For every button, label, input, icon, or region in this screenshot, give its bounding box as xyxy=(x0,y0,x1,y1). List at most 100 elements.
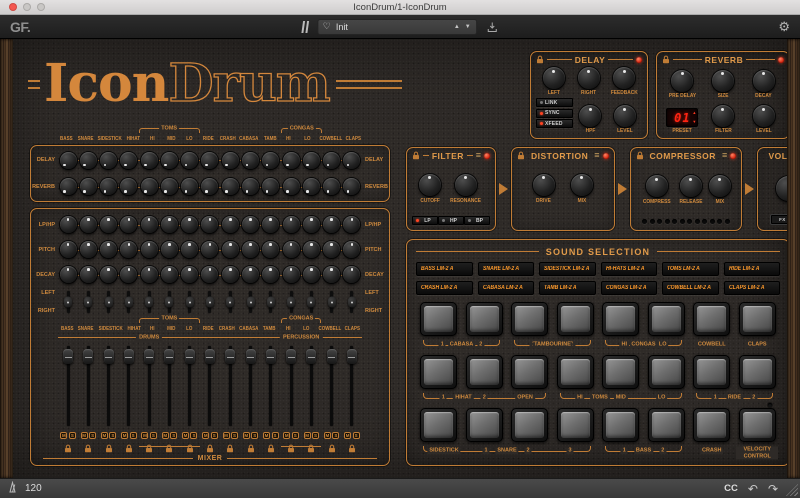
pan-slider[interactable] xyxy=(165,291,174,313)
channel-lock-icon[interactable] xyxy=(267,440,275,458)
drum-pad[interactable] xyxy=(738,408,776,442)
fader-handle[interactable] xyxy=(245,349,256,364)
preset-name[interactable]: Init xyxy=(336,22,449,32)
decay-knob[interactable] xyxy=(302,266,320,283)
filter-mode-lp[interactable]: LP xyxy=(412,216,438,225)
delay-hpf-knob[interactable] xyxy=(579,105,602,127)
pan-slider[interactable] xyxy=(307,291,316,313)
filter-menu-icon[interactable]: ≡ xyxy=(476,151,481,160)
reverb-power-led[interactable] xyxy=(778,56,784,63)
lp-hp-knob[interactable] xyxy=(100,216,118,233)
pan-handle[interactable] xyxy=(287,296,296,308)
delay-send-knob[interactable] xyxy=(343,151,361,169)
minimize-button[interactable] xyxy=(23,3,31,11)
compressor-release-knob[interactable] xyxy=(679,175,702,197)
reverb-filter-knob[interactable] xyxy=(711,105,734,127)
solo-button[interactable]: S xyxy=(231,431,238,439)
lp-hp-knob[interactable] xyxy=(323,216,341,233)
fader-handle[interactable] xyxy=(204,349,215,364)
pan-slider[interactable] xyxy=(84,291,93,313)
delay-send-knob[interactable] xyxy=(59,151,77,169)
pitch-knob[interactable] xyxy=(302,241,320,258)
pan-handle[interactable] xyxy=(64,296,73,308)
channel-lock-icon[interactable] xyxy=(328,440,336,458)
reverb-decay-knob[interactable] xyxy=(752,69,775,92)
reverb-send-knob[interactable] xyxy=(221,178,239,196)
sound-slot-hi-hats-lm-2-a[interactable]: HI-HATS LM-2 A xyxy=(600,262,657,276)
pan-handle[interactable] xyxy=(104,296,113,308)
fader-handle[interactable] xyxy=(144,349,155,364)
solo-button[interactable]: S xyxy=(210,431,218,439)
delay-right-knob[interactable] xyxy=(577,67,600,89)
fader-handle[interactable] xyxy=(286,349,297,364)
channel-lock-icon[interactable] xyxy=(226,440,234,458)
drum-pad[interactable] xyxy=(465,302,503,336)
mute-button[interactable]: M xyxy=(202,431,210,439)
lp-hp-knob[interactable] xyxy=(282,216,300,233)
lp-hp-knob[interactable] xyxy=(140,216,158,233)
reverb-send-knob[interactable] xyxy=(201,178,219,196)
mute-button[interactable]: M xyxy=(323,431,331,439)
lp-hp-knob[interactable] xyxy=(262,216,280,233)
mute-button[interactable]: M xyxy=(100,431,108,439)
pan-handle[interactable] xyxy=(327,296,336,308)
compressor-power-led[interactable] xyxy=(730,152,737,159)
pitch-knob[interactable] xyxy=(262,241,280,258)
volume-fader[interactable] xyxy=(103,346,114,426)
pan-handle[interactable] xyxy=(205,296,214,308)
drum-pad[interactable] xyxy=(420,302,458,336)
solo-button[interactable]: S xyxy=(352,431,360,439)
channel-lock-icon[interactable] xyxy=(165,440,173,458)
volume-fader[interactable] xyxy=(184,346,195,426)
decay-knob[interactable] xyxy=(59,266,77,283)
sound-slot-congas-lm-2-a[interactable]: CONGAS LM-2 A xyxy=(600,281,657,295)
pan-slider[interactable] xyxy=(287,291,296,313)
drum-pad[interactable] xyxy=(556,302,594,336)
drum-pad[interactable] xyxy=(693,355,731,389)
reverb-send-knob[interactable] xyxy=(59,178,77,196)
channel-lock-icon[interactable] xyxy=(287,440,295,458)
mute-button[interactable]: M xyxy=(283,431,291,439)
mute-button[interactable]: M xyxy=(121,431,129,439)
pitch-knob[interactable] xyxy=(201,241,219,258)
reverb-send-knob[interactable] xyxy=(323,178,341,196)
mute-button[interactable]: M xyxy=(344,431,352,439)
drum-pad[interactable] xyxy=(511,302,549,336)
delay-send-knob[interactable] xyxy=(302,151,320,169)
solo-button[interactable]: S xyxy=(251,431,259,439)
decay-knob[interactable] xyxy=(343,266,361,283)
volume-fader[interactable] xyxy=(204,346,215,426)
solo-button[interactable]: S xyxy=(291,431,299,439)
delay-level-knob[interactable] xyxy=(613,105,636,127)
pan-handle[interactable] xyxy=(185,296,194,308)
mute-button[interactable]: M xyxy=(263,431,271,439)
fader-handle[interactable] xyxy=(63,349,74,364)
drum-pad[interactable] xyxy=(602,408,640,442)
delay-power-led[interactable] xyxy=(636,56,642,63)
drum-pad[interactable] xyxy=(738,355,776,389)
sound-slot-cabasa-lm-2-a[interactable]: CABASA LM-2 A xyxy=(477,281,534,295)
drum-pad[interactable] xyxy=(420,408,458,442)
decay-knob[interactable] xyxy=(120,266,138,283)
volume-fader[interactable] xyxy=(326,346,337,426)
drum-pad[interactable] xyxy=(738,302,776,336)
reverb-send-knob[interactable] xyxy=(242,178,260,196)
volume-fader[interactable] xyxy=(225,346,236,426)
preset-up-icon[interactable]: ▲ xyxy=(692,111,696,115)
delay-send-knob[interactable] xyxy=(100,151,118,169)
drum-pad[interactable] xyxy=(602,355,640,389)
volume-fader[interactable] xyxy=(164,346,175,426)
preset-down-icon[interactable]: ▼ xyxy=(692,120,696,124)
volume-fader[interactable] xyxy=(245,346,256,426)
lp-hp-knob[interactable] xyxy=(160,216,178,233)
reverb-size-knob[interactable] xyxy=(711,69,734,92)
pan-handle[interactable] xyxy=(347,296,356,308)
pan-handle[interactable] xyxy=(124,296,133,308)
favorite-icon[interactable]: ♡ xyxy=(323,22,331,31)
channel-lock-icon[interactable] xyxy=(186,440,194,458)
lp-hp-knob[interactable] xyxy=(120,216,138,233)
delay-send-knob[interactable] xyxy=(181,151,199,169)
drum-pad[interactable] xyxy=(693,408,731,442)
fader-handle[interactable] xyxy=(103,349,114,364)
delay-send-knob[interactable] xyxy=(160,151,178,169)
